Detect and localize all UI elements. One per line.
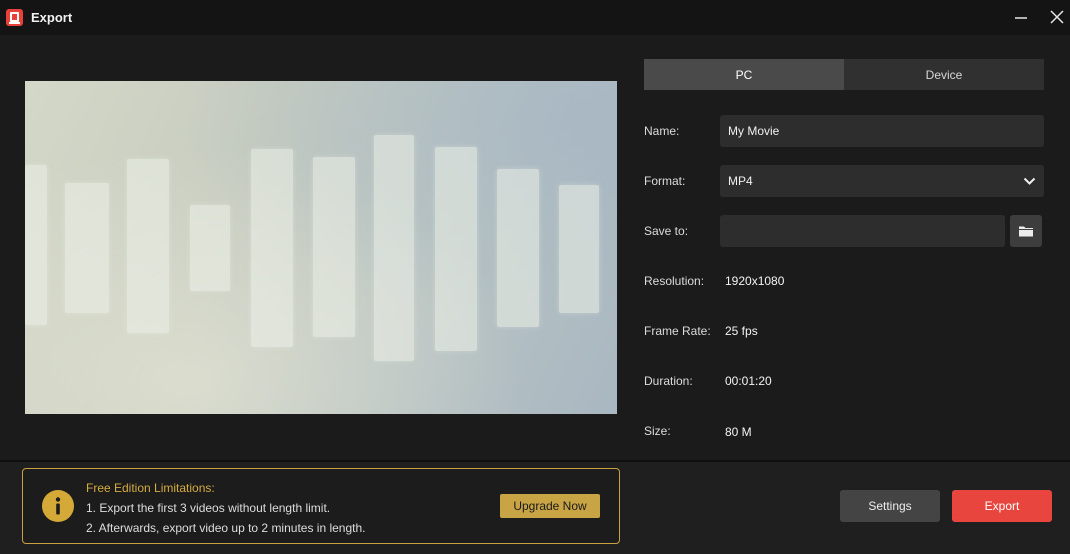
window-title: Export bbox=[31, 10, 73, 25]
close-button[interactable] bbox=[1044, 4, 1070, 30]
name-value: My Movie bbox=[728, 124, 780, 138]
preview-panel bbox=[65, 183, 109, 313]
preview-panel bbox=[251, 149, 293, 347]
name-label: Name: bbox=[644, 124, 680, 138]
size-label: Size: bbox=[644, 424, 671, 438]
save-to-label: Save to: bbox=[644, 224, 689, 238]
preview-panel bbox=[190, 205, 230, 291]
notice-title: Free Edition Limitations: bbox=[86, 481, 215, 495]
size-value: 80 M bbox=[725, 425, 752, 439]
format-label: Format: bbox=[644, 174, 686, 188]
info-icon bbox=[42, 490, 74, 522]
free-edition-notice: Free Edition Limitations: 1. Export the … bbox=[22, 468, 620, 544]
export-dialog: Export PC Device Name: My Movie Format: … bbox=[0, 0, 1070, 554]
minimize-button[interactable] bbox=[1008, 4, 1034, 30]
folder-icon bbox=[1019, 226, 1033, 237]
video-preview bbox=[25, 81, 617, 414]
app-logo-icon bbox=[6, 9, 23, 26]
preview-panel bbox=[435, 147, 477, 351]
upgrade-now-button[interactable]: Upgrade Now bbox=[500, 494, 600, 518]
tab-pc[interactable]: PC bbox=[644, 59, 844, 90]
minimize-icon bbox=[1015, 17, 1027, 19]
close-icon bbox=[1050, 10, 1064, 24]
name-input[interactable]: My Movie bbox=[720, 115, 1044, 147]
footer: Free Edition Limitations: 1. Export the … bbox=[0, 462, 1070, 554]
resolution-label: Resolution: bbox=[644, 274, 705, 288]
chevron-down-icon bbox=[1023, 177, 1036, 185]
browse-folder-button[interactable] bbox=[1010, 215, 1042, 247]
notice-line-1: 1. Export the first 3 videos without len… bbox=[86, 501, 331, 515]
title-bar: Export bbox=[0, 0, 1070, 35]
duration-label: Duration: bbox=[644, 374, 693, 388]
frame-rate-value: 25 fps bbox=[725, 324, 758, 338]
format-select[interactable]: MP4 bbox=[720, 165, 1044, 197]
settings-button[interactable]: Settings bbox=[840, 490, 940, 522]
format-value: MP4 bbox=[728, 174, 753, 188]
preview-panel bbox=[497, 169, 539, 327]
export-target-tabs: PC Device bbox=[644, 59, 1044, 90]
duration-value: 00:01:20 bbox=[725, 374, 772, 388]
preview-panel bbox=[25, 165, 47, 325]
frame-rate-label: Frame Rate: bbox=[644, 324, 711, 338]
resolution-value: 1920x1080 bbox=[725, 274, 785, 288]
export-button[interactable]: Export bbox=[952, 490, 1052, 522]
preview-panel bbox=[559, 185, 599, 313]
preview-panel bbox=[127, 159, 169, 333]
preview-panel bbox=[313, 157, 355, 337]
tab-device[interactable]: Device bbox=[844, 59, 1044, 90]
preview-panel bbox=[374, 135, 414, 361]
save-path-input[interactable] bbox=[720, 215, 1005, 247]
notice-line-2: 2. Afterwards, export video up to 2 minu… bbox=[86, 521, 366, 535]
